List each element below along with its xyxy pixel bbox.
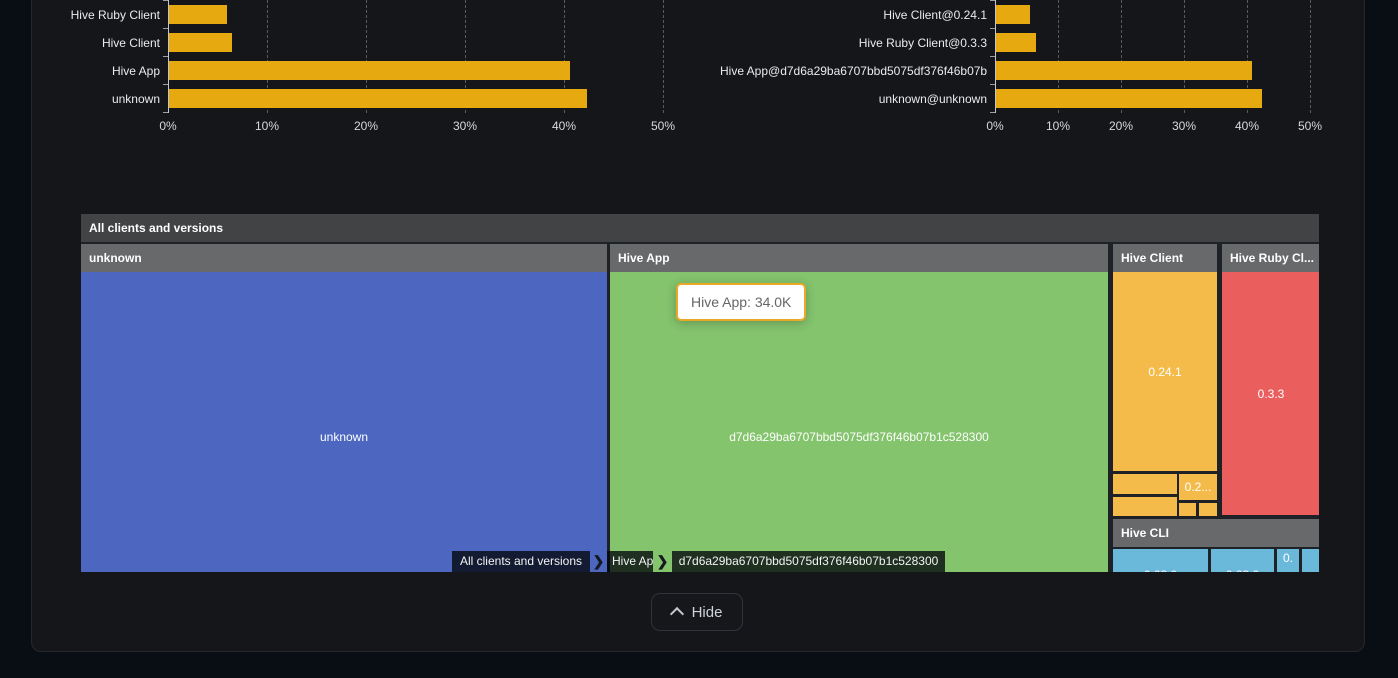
block-hive-cli-4[interactable] <box>1302 549 1319 572</box>
category-label: Hive App@d7d6a29ba6707bbd5075df376f46b07… <box>720 63 987 79</box>
bar-hive-client[interactable] <box>169 33 232 52</box>
gridline <box>1310 0 1311 113</box>
tooltip-text: Hive App: 34.0K <box>691 294 791 310</box>
category-label: Hive Client <box>40 35 160 51</box>
section-header-hive-ruby-client[interactable]: Hive Ruby Cl... <box>1222 244 1319 272</box>
clients-versions-treemap: All clients and versionsunknownunknownHi… <box>81 214 1319 572</box>
section-header-hive-cli[interactable]: Hive CLI <box>1113 519 1319 547</box>
gridline <box>663 0 664 113</box>
block-hive-client-small-1[interactable] <box>1113 474 1177 494</box>
block-hive-client-0-24-1[interactable]: 0.24.1 <box>1113 272 1217 471</box>
y-axis-tick <box>990 0 995 1</box>
x-tick-label: 50% <box>641 119 685 133</box>
y-axis-tick <box>990 28 995 29</box>
breadcrumb-item[interactable]: d7d6a29ba6707bbd5075df376f46b07b1c528300 <box>672 551 945 572</box>
category-label: Hive Client@0.24.1 <box>720 7 987 23</box>
category-label: Hive App <box>40 63 160 79</box>
breadcrumb-item[interactable]: Hive App <box>607 551 653 572</box>
client-version-share-bar-chart: 0% 10% 20% 30% 40% 50% Hive Client@0.24.1 Hive … <box>720 0 1370 140</box>
x-tick-label: 0% <box>973 119 1017 133</box>
block-hive-client-tiny-2[interactable] <box>1199 503 1217 516</box>
x-tick-label: 30% <box>443 119 487 133</box>
bar-hive-client-0-24-1[interactable] <box>996 5 1030 24</box>
hide-button-label: Hide <box>692 604 723 621</box>
section-header-hive-client[interactable]: Hive Client <box>1113 244 1217 272</box>
x-tick-label: 10% <box>245 119 289 133</box>
block-hive-cli-2[interactable]: 0.23.2 <box>1211 549 1274 572</box>
bar-hive-ruby-client-0-3-3[interactable] <box>996 33 1036 52</box>
category-label: unknown <box>40 91 160 107</box>
client-share-bar-chart: 0% 10% 20% 30% 40% 50% Hive Ruby Client Hive Cl… <box>40 0 700 140</box>
block-hive-client-0-2[interactable]: 0.2... <box>1179 474 1217 500</box>
x-tick-label: 30% <box>1162 119 1206 133</box>
y-axis-tick <box>990 84 995 85</box>
breadcrumb-item[interactable]: All clients and versions <box>452 551 590 572</box>
breadcrumb-separator-icon: ❯ <box>653 551 672 572</box>
hide-button[interactable]: Hide <box>651 593 743 631</box>
x-tick-label: 20% <box>1099 119 1143 133</box>
section-header-unknown[interactable]: unknown <box>81 244 607 272</box>
block-hive-ruby-client-0-3-3[interactable]: 0.3.3 <box>1222 272 1319 515</box>
chevron-up-icon <box>669 607 683 621</box>
block-hive-cli-3[interactable]: 0. <box>1277 549 1299 572</box>
treemap-root-header[interactable]: All clients and versions <box>81 214 1319 242</box>
bar-unknown[interactable] <box>169 89 587 108</box>
category-label: Hive Ruby Client@0.3.3 <box>720 35 987 51</box>
treemap-tooltip: Hive App: 34.0K <box>676 283 806 321</box>
category-label: unknown@unknown <box>720 91 987 107</box>
y-axis-tick <box>990 112 995 113</box>
section-header-hive-app[interactable]: Hive App <box>610 244 1108 272</box>
y-axis-tick <box>163 56 168 57</box>
bar-hive-app[interactable] <box>169 61 570 80</box>
x-tick-label: 50% <box>1288 119 1332 133</box>
breadcrumb-separator-icon: ❯ <box>590 551 607 572</box>
bar-hive-ruby-client[interactable] <box>169 5 227 24</box>
x-tick-label: 10% <box>1036 119 1080 133</box>
bar-hive-app-d7d6a29ba6707bbd5075df376f46b07b[interactable] <box>996 61 1252 80</box>
treemap-breadcrumb: All clients and versions❯Hive App❯d7d6a2… <box>452 551 945 572</box>
x-tick-label: 0% <box>146 119 190 133</box>
x-tick-label: 20% <box>344 119 388 133</box>
y-axis-tick <box>163 112 168 113</box>
y-axis-tick <box>163 84 168 85</box>
block-hive-cli-1[interactable]: 0.23.0 <box>1113 549 1208 572</box>
dashboard-screen: 0% 10% 20% 30% 40% 50% Hive Ruby Client Hive Cl… <box>0 0 1398 678</box>
block-unknown[interactable]: unknown <box>81 272 607 572</box>
y-axis-tick <box>163 28 168 29</box>
category-label: Hive Ruby Client <box>40 7 160 23</box>
bar-unknown-unknown[interactable] <box>996 89 1262 108</box>
y-axis-tick <box>990 56 995 57</box>
x-tick-label: 40% <box>542 119 586 133</box>
block-hive-client-tiny-1[interactable] <box>1179 503 1196 516</box>
y-axis-tick <box>163 0 168 1</box>
x-tick-label: 40% <box>1225 119 1269 133</box>
block-hive-client-small-2[interactable] <box>1113 497 1177 516</box>
